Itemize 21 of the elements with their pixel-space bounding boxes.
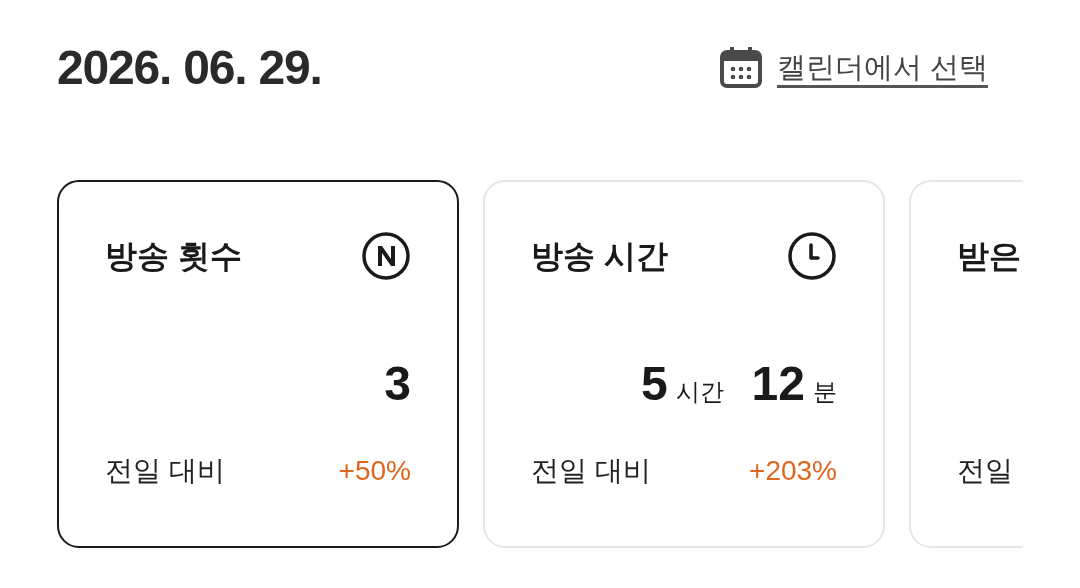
clock-icon	[787, 231, 837, 281]
stat-unit: 시간	[675, 377, 724, 407]
stat-card[interactable]: 방송 횟수 3 전일 대비 +50%	[57, 180, 459, 548]
calendar-link[interactable]: 캘린더에서 선택	[718, 46, 988, 90]
change-percent: +203%	[749, 454, 837, 488]
comparison-label: 전일	[957, 454, 1013, 488]
stat-unit: 분	[813, 377, 837, 407]
stat-number: 3	[384, 356, 411, 412]
date-heading: 2026. 06. 29.	[57, 40, 322, 96]
change-percent: +50%	[338, 454, 411, 488]
card-title: 방송 시간	[531, 237, 668, 276]
calendar-icon	[718, 46, 763, 90]
stat-number: 12	[751, 356, 805, 412]
stat-card[interactable]: 받은 전일	[909, 180, 1023, 548]
card-title: 방송 횟수	[105, 237, 242, 276]
comparison-label: 전일 대비	[105, 454, 225, 488]
comparison-label: 전일 대비	[531, 454, 651, 488]
card-title: 받은	[957, 237, 1021, 276]
stat-number: 5	[640, 356, 668, 412]
n-circle-icon	[361, 231, 411, 281]
stat-card[interactable]: 방송 시간 5 시간 12 분 전일 대비 +203%	[483, 180, 885, 548]
